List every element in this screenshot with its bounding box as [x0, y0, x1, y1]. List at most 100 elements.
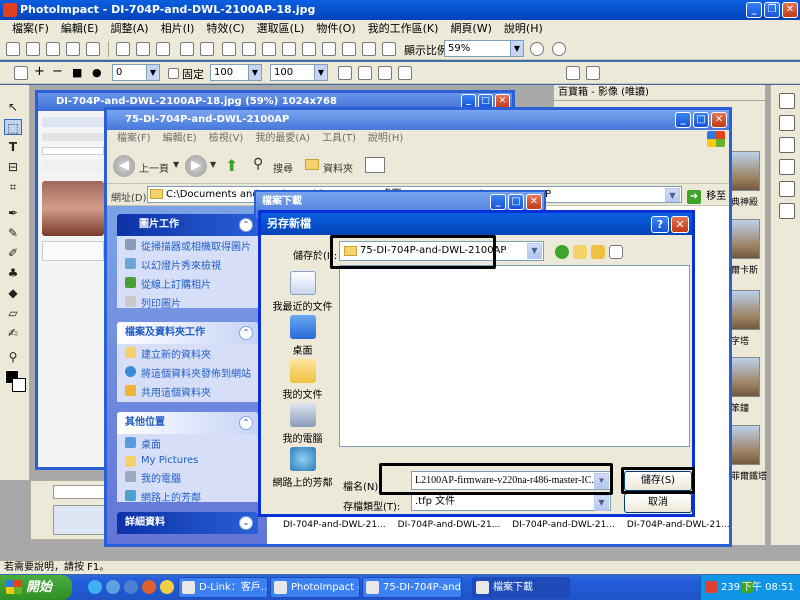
up-folder-icon[interactable]: [573, 245, 587, 259]
fill-tool-icon[interactable]: ◆: [4, 285, 22, 301]
file-tasks-header[interactable]: 檔案及資料夾工作 ⌃: [117, 322, 258, 344]
menu-tools[interactable]: 工具(T): [316, 130, 362, 148]
zoom-select[interactable]: 59% ▼: [444, 40, 524, 57]
close-button[interactable]: ✕: [782, 2, 798, 18]
save-as-dialog[interactable]: 另存新檔 ? ✕ 儲存於(I): 75-DI-704P-and-DWL-2100…: [258, 210, 695, 517]
tray-icon[interactable]: [705, 581, 717, 593]
search-icon[interactable]: ⚲: [253, 156, 263, 172]
folders-label[interactable]: 資料夾: [323, 160, 353, 175]
task-link[interactable]: 建立新的資料夾: [117, 344, 258, 363]
file-item-label[interactable]: DI-704P-and-DWL-21...: [512, 520, 615, 540]
maximize-button[interactable]: □: [693, 112, 709, 128]
minimize-button[interactable]: _: [675, 112, 691, 128]
grid-icon[interactable]: [382, 42, 396, 56]
open-icon[interactable]: [26, 42, 40, 56]
task-link[interactable]: 從線上訂購相片: [117, 274, 258, 293]
panel-toggle-icon[interactable]: [779, 159, 795, 175]
menu-favorites[interactable]: 我的最愛(A): [249, 130, 316, 148]
collapse-icon[interactable]: ⌃: [239, 218, 253, 232]
desktop-quicklaunch-icon[interactable]: [124, 580, 138, 594]
panel-toggle-icon[interactable]: [779, 203, 795, 219]
task-link[interactable]: 共用這個資料夾: [117, 382, 258, 401]
view-menu-icon[interactable]: [609, 245, 623, 259]
crop-icon[interactable]: [398, 66, 412, 80]
go-button[interactable]: ➜ 移至: [687, 187, 726, 204]
globe-icon[interactable]: [530, 42, 544, 56]
save-icon[interactable]: [46, 42, 60, 56]
tray-badge[interactable]: 239: [721, 575, 740, 600]
add-icon[interactable]: +: [34, 64, 45, 79]
place-link[interactable]: 網路上的芳鄰: [117, 487, 258, 506]
photoimpact-title-bar[interactable]: PhotoImpact - DI-704P-and-DWL-2100AP-18.…: [0, 0, 800, 20]
file-item-label[interactable]: DI-704P-and-DWL-21...: [398, 520, 501, 540]
menu-workspace[interactable]: 我的工作區(K): [362, 20, 445, 38]
panel-toggle-icon[interactable]: [779, 93, 795, 109]
app-quicklaunch-icon[interactable]: [142, 580, 156, 594]
close-button[interactable]: ✕: [526, 194, 542, 210]
undo-icon[interactable]: [180, 42, 194, 56]
check-icon[interactable]: [586, 66, 600, 80]
select-option-icon[interactable]: [338, 66, 352, 80]
minimize-button[interactable]: _: [746, 2, 762, 18]
details-header[interactable]: 詳細資料 ⌄: [117, 512, 258, 534]
collapse-icon[interactable]: ⌃: [239, 416, 253, 430]
close-button[interactable]: ✕: [711, 112, 727, 128]
place-network[interactable]: 網路上的芳鄰: [266, 447, 339, 489]
taskbar-item-dlink[interactable]: D-Link：客戶...: [178, 577, 268, 598]
maximize-button[interactable]: □: [508, 194, 524, 210]
place-link[interactable]: 我的電腦: [117, 468, 258, 487]
background-color-swatch[interactable]: [12, 378, 26, 392]
document-thumbnail[interactable]: [53, 505, 105, 535]
menu-photo[interactable]: 相片(I): [155, 20, 201, 38]
app-quicklaunch-icon[interactable]: [160, 580, 174, 594]
soft-edge-input[interactable]: 0 ▼: [112, 64, 160, 81]
cancel-button[interactable]: 取消: [624, 493, 692, 513]
task-link[interactable]: 列印圖片: [117, 293, 258, 312]
clock[interactable]: 下午 08:51: [742, 575, 794, 600]
minimize-button[interactable]: _: [490, 194, 506, 210]
select-tool-icon[interactable]: [14, 66, 28, 80]
clone-tool-icon[interactable]: ✐: [4, 245, 22, 261]
start-button[interactable]: 開始: [0, 575, 72, 600]
menu-object[interactable]: 物件(O): [310, 20, 361, 38]
effect-icon[interactable]: [322, 42, 336, 56]
chevron-down-icon[interactable]: ▼: [665, 188, 680, 202]
menu-edit[interactable]: 編輯(E): [157, 130, 203, 148]
help-button[interactable]: ?: [651, 216, 669, 233]
paste-icon[interactable]: [156, 42, 170, 56]
media-quicklaunch-icon[interactable]: [106, 580, 120, 594]
cut-icon[interactable]: [116, 42, 130, 56]
file-list[interactable]: [339, 265, 690, 447]
task-link[interactable]: 將這個資料夾發佈到網站: [117, 363, 258, 382]
menu-selection[interactable]: 選取區(L): [251, 20, 311, 38]
search-label[interactable]: 搜尋: [273, 160, 293, 175]
file-item-label[interactable]: DI-704P-and-DWL-21...: [283, 520, 386, 540]
play-controls[interactable]: [53, 485, 105, 499]
new-folder-icon[interactable]: [591, 245, 605, 259]
close-button[interactable]: ✕: [671, 216, 689, 233]
menu-adjust[interactable]: 調整(A): [104, 20, 154, 38]
chevron-down-icon[interactable]: ▼: [210, 160, 216, 169]
menu-edit[interactable]: 編輯(E): [55, 20, 105, 38]
menu-effect[interactable]: 特效(C): [200, 20, 250, 38]
file-item-label[interactable]: DI-704P-and-DWL-21...: [627, 520, 730, 540]
save-as-title-bar[interactable]: 另存新檔 ? ✕: [261, 213, 692, 235]
crop-tool-icon[interactable]: ⌗: [4, 179, 22, 195]
select-option-icon[interactable]: [358, 66, 372, 80]
fixed-checkbox[interactable]: [168, 68, 179, 79]
other-places-header[interactable]: 其他位置 ⌃: [117, 412, 258, 434]
new-file-icon[interactable]: [6, 42, 20, 56]
explorer-title-bar[interactable]: 75-DI-704P-and-DWL-2100AP _ □ ✕: [107, 110, 729, 130]
task-link[interactable]: 從掃描器或相機取得圖片: [117, 236, 258, 255]
menu-view[interactable]: 檢視(V): [203, 130, 250, 148]
copy-icon[interactable]: [136, 42, 150, 56]
back-arrow-icon[interactable]: ◀: [113, 155, 135, 177]
photo-canvas[interactable]: [38, 111, 110, 467]
eyedropper-tool-icon[interactable]: ✒: [4, 205, 22, 221]
place-desktop[interactable]: 桌面: [266, 315, 339, 357]
menu-file[interactable]: 檔案(F): [111, 130, 157, 148]
zoom-tool-icon[interactable]: ⚲: [4, 349, 22, 365]
camera-icon[interactable]: [222, 42, 236, 56]
circle-shape-icon[interactable]: ●: [92, 66, 102, 79]
picture-tasks-header[interactable]: 圖片工作 ⌃: [117, 214, 258, 236]
